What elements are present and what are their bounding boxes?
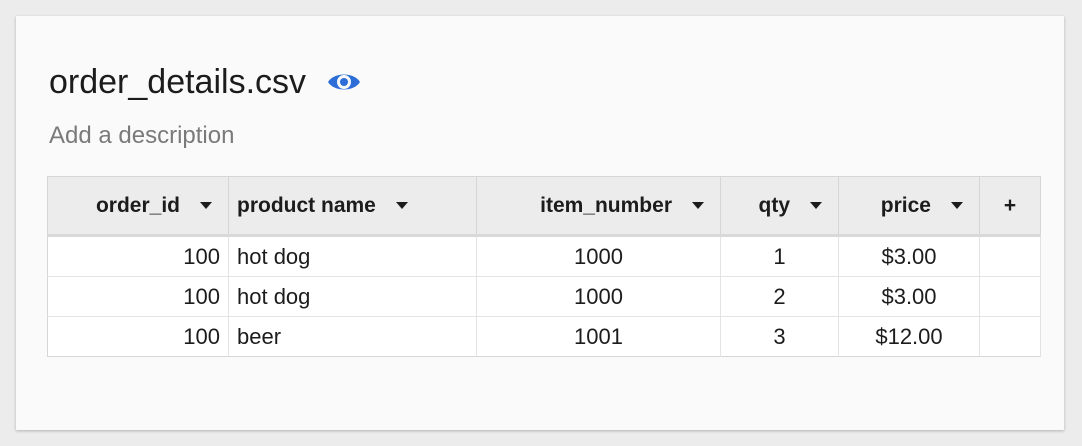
column-label: item_number: [540, 193, 672, 217]
caret-down-icon[interactable]: [395, 202, 408, 209]
column-header-order-id[interactable]: order_id: [47, 176, 229, 237]
cell-item-number[interactable]: 1000: [476, 235, 721, 277]
column-label: order_id: [95, 193, 180, 217]
eye-icon[interactable]: [326, 64, 362, 100]
title-row: order_details.csv: [49, 60, 362, 104]
cell-qty[interactable]: 3: [720, 316, 839, 357]
column-header-price[interactable]: price: [838, 176, 980, 237]
add-column-button[interactable]: +: [979, 176, 1041, 237]
cell-qty[interactable]: 2: [720, 276, 839, 317]
column-label: product name: [237, 193, 376, 217]
cell-product-name[interactable]: beer: [228, 316, 477, 357]
cell-product-name[interactable]: hot dog: [228, 235, 477, 277]
cell-item-number[interactable]: 1000: [476, 276, 721, 317]
cell-order-id[interactable]: 100: [47, 276, 229, 317]
cell-empty: [979, 316, 1041, 357]
cell-order-id[interactable]: 100: [47, 235, 229, 277]
dataset-title[interactable]: order_details.csv: [49, 60, 306, 104]
header-row: order_id product name item_number qty pr…: [47, 176, 1041, 237]
caret-down-icon[interactable]: [951, 202, 963, 209]
data-table: order_id product name item_number qty pr…: [47, 176, 1041, 357]
description-field[interactable]: Add a description: [49, 122, 234, 150]
caret-down-icon[interactable]: [200, 202, 212, 209]
cell-qty[interactable]: 1: [720, 235, 839, 277]
caret-down-icon[interactable]: [810, 202, 822, 209]
caret-down-icon[interactable]: [692, 202, 704, 209]
cell-order-id[interactable]: 100: [47, 316, 229, 357]
column-label: price: [880, 193, 931, 217]
column-label: qty: [758, 193, 791, 217]
column-header-item-number[interactable]: item_number: [476, 176, 721, 237]
column-header-qty[interactable]: qty: [720, 176, 839, 237]
table-row: 100 hot dog 1000 2 $3.00: [47, 276, 1041, 317]
table-row: 100 hot dog 1000 1 $3.00: [47, 235, 1041, 277]
cell-price[interactable]: $3.00: [838, 276, 980, 317]
cell-product-name[interactable]: hot dog: [228, 276, 477, 317]
cell-empty: [979, 235, 1041, 277]
cell-item-number[interactable]: 1001: [476, 316, 721, 357]
cell-empty: [979, 276, 1041, 317]
cell-price[interactable]: $12.00: [838, 316, 980, 357]
column-header-product-name[interactable]: product name: [228, 176, 477, 237]
dataset-card: order_details.csv Add a description orde…: [16, 16, 1064, 430]
table-row: 100 beer 1001 3 $12.00: [47, 316, 1041, 357]
cell-price[interactable]: $3.00: [838, 235, 980, 277]
